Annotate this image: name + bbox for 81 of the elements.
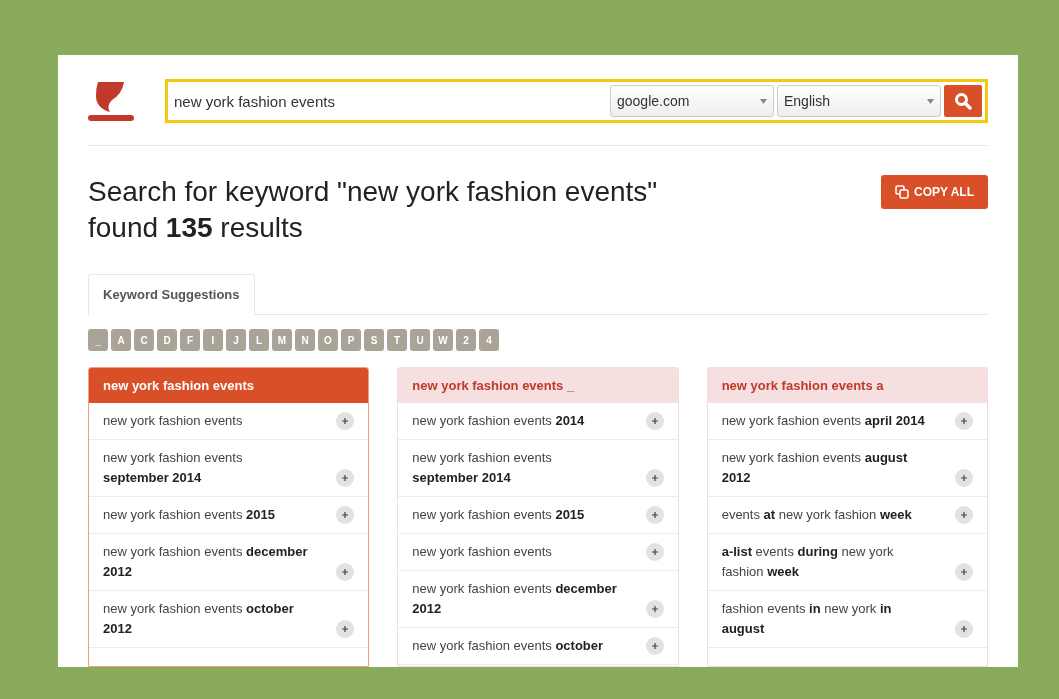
caret-icon [927, 98, 934, 104]
keyword-text: new york fashion events 2015 [412, 506, 585, 524]
add-button[interactable] [955, 412, 973, 430]
letter-filter[interactable]: A [111, 329, 131, 351]
add-button[interactable] [336, 412, 355, 430]
plus-icon [651, 606, 658, 612]
caret-icon [760, 98, 767, 104]
plus-icon [651, 512, 658, 518]
search-button[interactable] [944, 85, 982, 117]
keyword-text: new york fashion events april 2014 [721, 412, 925, 430]
plus-icon [342, 569, 349, 575]
letter-filter[interactable]: T [387, 329, 407, 351]
keyword-text: new york fashion events october [412, 637, 604, 655]
keyword-text: new york fashion events [103, 412, 243, 430]
add-button[interactable] [955, 469, 973, 487]
plus-icon [651, 643, 658, 649]
add-button[interactable] [645, 506, 664, 524]
letter-filter[interactable]: 2 [456, 329, 476, 351]
language-dropdown[interactable]: English [777, 85, 941, 117]
copy-all-button[interactable]: COPY ALL [881, 175, 988, 209]
keyword-text: new york fashion events december 2012 [412, 580, 618, 618]
plus-icon [961, 418, 967, 424]
search-icon [954, 92, 972, 110]
keyword-text: new york fashion events october 2012 [103, 600, 295, 638]
engine-dropdown[interactable]: google.com [610, 85, 774, 117]
add-button[interactable] [645, 543, 664, 561]
tab[interactable]: Keyword Suggestions [88, 274, 255, 316]
keyword-text: new york fashion events september 2014 [103, 449, 244, 487]
plus-icon [961, 475, 967, 481]
keyword-text: fashion events in new york in august [721, 600, 893, 638]
add-button[interactable] [645, 469, 664, 487]
letter-filter[interactable]: N [295, 329, 315, 351]
panel-header: new york fashion events _ [398, 368, 678, 403]
letter-filter[interactable]: 4 [479, 329, 499, 351]
letter-filter[interactable]: P [341, 329, 361, 351]
plus-icon [651, 549, 658, 555]
plus-icon [651, 475, 658, 481]
keyword-text: new york fashion events 2014 [412, 412, 585, 430]
add-button[interactable] [955, 563, 973, 581]
keyword-text: new york fashion events [412, 543, 552, 561]
letter-filter[interactable]: I [203, 329, 223, 351]
add-button[interactable] [645, 637, 664, 655]
plus-icon [961, 569, 967, 575]
logo-icon [88, 80, 135, 122]
add-button[interactable] [336, 506, 355, 524]
plus-icon [651, 418, 658, 424]
keyword-text: events at new york fashion week [721, 506, 912, 524]
letter-filter[interactable]: J [226, 329, 246, 351]
add-button[interactable] [955, 620, 973, 638]
letter-filter[interactable]: W [433, 329, 453, 351]
letter-filter[interactable]: F [180, 329, 200, 351]
keyword-text: new york fashion events september 2014 [412, 449, 553, 487]
letter-filter[interactable]: D [157, 329, 177, 351]
panel-header: new york fashion events [89, 368, 369, 403]
plus-icon [342, 475, 349, 481]
plus-icon [342, 418, 349, 424]
search-bar[interactable]: new york fashion events google.com English [165, 79, 988, 123]
letter-filter[interactable]: O [318, 329, 338, 351]
add-button[interactable] [336, 563, 355, 581]
letter-filter[interactable]: C [134, 329, 154, 351]
keyword-text: new york fashion events december 2012 [103, 543, 309, 581]
letter-filter[interactable]: _ [88, 329, 108, 351]
letter-filter[interactable]: L [249, 329, 269, 351]
letter-filter[interactable]: S [364, 329, 384, 351]
keyword-text: new york fashion events 2015 [103, 506, 275, 524]
results-heading: Search for keyword "new york fashion events" found 135 results [88, 175, 659, 245]
add-button[interactable] [336, 469, 355, 487]
letter-filter[interactable]: U [410, 329, 430, 351]
letter-filter[interactable]: M [272, 329, 292, 351]
plus-icon [961, 512, 967, 518]
add-button[interactable] [336, 620, 355, 638]
keyword-text: a-list events during new york fashion week [721, 543, 895, 581]
add-button[interactable] [645, 412, 664, 430]
plus-icon [342, 626, 349, 632]
keyword-text: new york fashion events august 2012 [721, 449, 909, 487]
panel-header: new york fashion events a [707, 368, 987, 403]
plus-icon [961, 626, 967, 632]
add-button[interactable] [645, 600, 664, 618]
copy-icon [895, 185, 909, 199]
add-button[interactable] [955, 506, 973, 524]
plus-icon [342, 512, 349, 518]
